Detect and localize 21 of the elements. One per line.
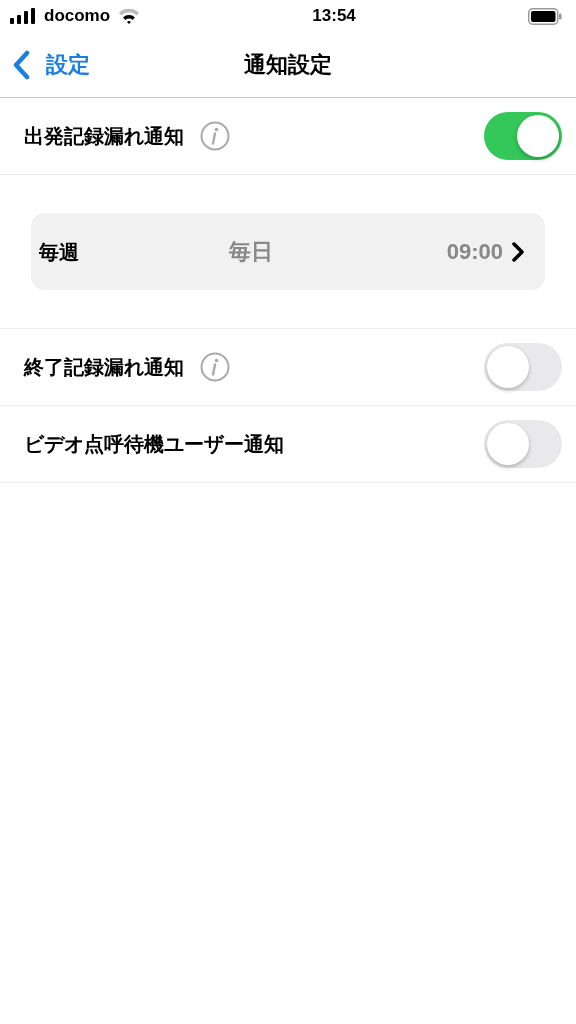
frequency-label: 毎週 xyxy=(39,240,79,263)
time-value: 09:00 xyxy=(446,238,503,266)
back-button[interactable]: 設定 xyxy=(12,48,90,81)
schedule-row[interactable]: 毎週 毎日 09:00 xyxy=(31,213,545,290)
chevron-left-icon xyxy=(12,49,30,80)
battery-icon xyxy=(528,7,562,25)
status-time: 13:54 xyxy=(312,6,356,26)
toggle-switch[interactable] xyxy=(484,112,562,160)
chevron-right-icon xyxy=(511,240,525,263)
setting-label: 出発記録漏れ通知 xyxy=(24,124,184,149)
carrier-name: docomo xyxy=(44,5,111,28)
screen-title: 通知設定 xyxy=(244,52,332,77)
info-icon[interactable] xyxy=(200,352,230,382)
day-value: 毎日 xyxy=(229,239,273,264)
setting-label: ビデオ点呼待機ユーザー通知 xyxy=(24,432,284,457)
wifi-icon xyxy=(118,8,141,24)
toggle-switch[interactable] xyxy=(484,343,562,391)
signal-icon xyxy=(10,8,36,24)
info-icon[interactable] xyxy=(200,121,230,151)
setting-label: 終了記録漏れ通知 xyxy=(24,355,184,380)
toggle-switch[interactable] xyxy=(484,420,562,468)
